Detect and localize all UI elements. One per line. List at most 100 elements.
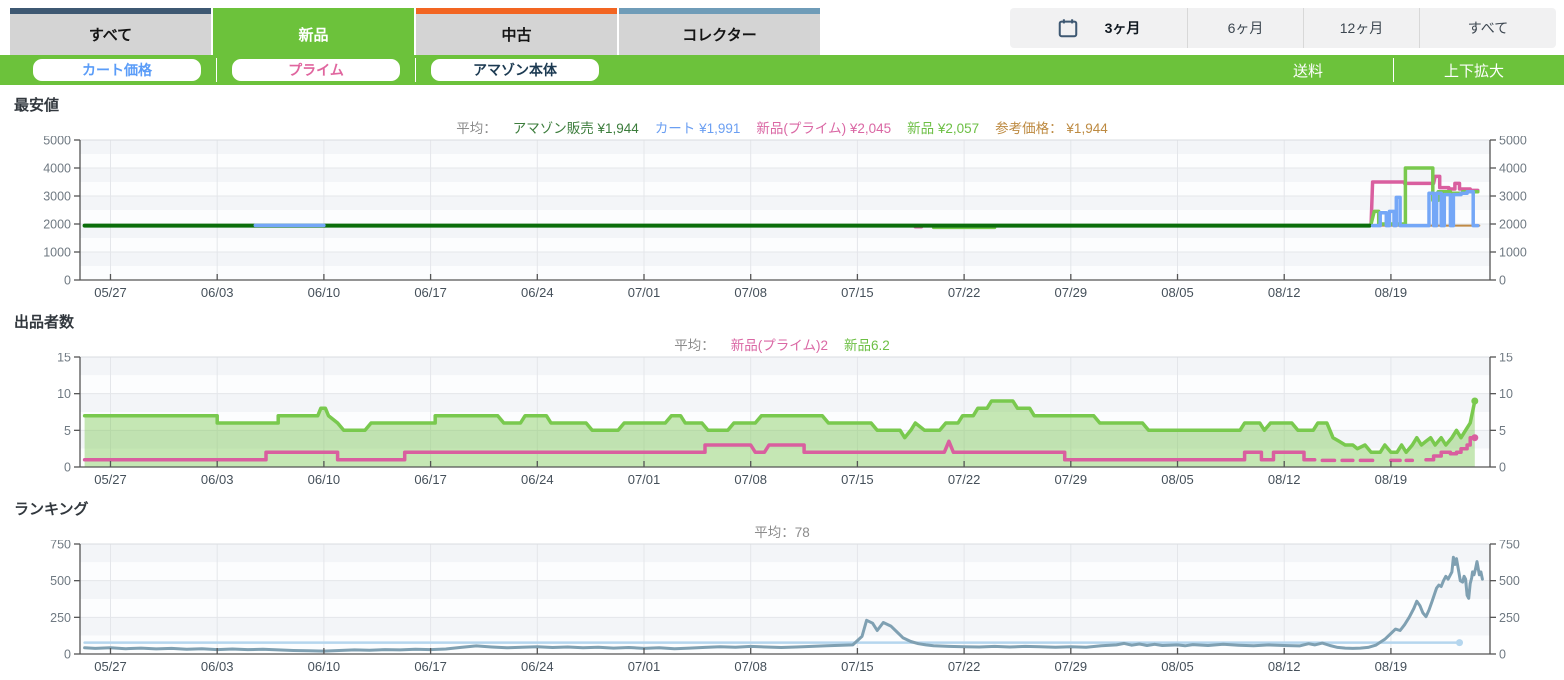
legend-item: 新品(プライム)2 [730, 338, 828, 353]
svg-text:05/27: 05/27 [94, 285, 127, 300]
period-12months-button[interactable]: 12ヶ月 [1304, 8, 1420, 48]
svg-text:5: 5 [64, 424, 71, 438]
cart-price-toggle-button[interactable]: カート価格 [33, 59, 201, 81]
period-selector: 3ヶ月 6ヶ月 12ヶ月 すべて [1010, 8, 1556, 48]
svg-text:06/24: 06/24 [521, 285, 554, 300]
legend-item: 参考価格： ¥1,944 [995, 121, 1108, 136]
svg-text:0: 0 [64, 648, 71, 662]
seller-count-chart[interactable]: 0 0 5 5 10 10 15 15 05/27 06/03 06/10 06/17 06/24 07/… [0, 353, 1564, 489]
svg-text:5000: 5000 [1499, 136, 1527, 148]
period-6months-button[interactable]: 6ヶ月 [1188, 8, 1304, 48]
svg-text:07/22: 07/22 [948, 472, 981, 487]
svg-text:08/05: 08/05 [1161, 472, 1194, 487]
toolbar-separator [216, 58, 217, 82]
tab-collectible-label: コレクター [682, 27, 757, 44]
period-6months-label: 6ヶ月 [1227, 20, 1264, 36]
header-tabs-row: すべて 新品 中古 コレクター 3ヶ月 6ヶ月 12ヶ月 すべて [0, 8, 1564, 55]
legend-item: 平均： [456, 121, 497, 136]
svg-text:750: 750 [1499, 540, 1520, 552]
svg-text:08/19: 08/19 [1375, 472, 1408, 487]
svg-text:3000: 3000 [43, 190, 71, 204]
svg-text:0: 0 [64, 274, 71, 288]
svg-text:10: 10 [57, 387, 71, 401]
tab-new[interactable]: 新品 [213, 8, 414, 55]
period-12months-label: 12ヶ月 [1339, 20, 1384, 36]
svg-text:10: 10 [1499, 387, 1513, 401]
prime-toggle-button[interactable]: プライム [232, 59, 400, 81]
svg-text:07/22: 07/22 [948, 285, 981, 300]
tab-used-accent-strip [416, 8, 617, 14]
tab-new-accent-strip [213, 8, 414, 14]
svg-text:07/08: 07/08 [734, 285, 767, 300]
svg-text:06/17: 06/17 [414, 472, 447, 487]
tab-all-accent-strip [10, 8, 211, 14]
svg-text:3000: 3000 [1499, 190, 1527, 204]
svg-text:07/29: 07/29 [1055, 285, 1088, 300]
svg-text:0: 0 [1499, 461, 1506, 475]
shipping-toggle-button[interactable]: 送料 [1228, 60, 1388, 81]
ranking-legend: 平均：78 [0, 521, 1564, 540]
svg-text:05/27: 05/27 [94, 472, 127, 487]
tab-used[interactable]: 中古 [416, 8, 617, 55]
legend-item: カート ¥1,991 [654, 121, 741, 136]
amazon-toggle-button[interactable]: アマゾン本体 [431, 59, 599, 81]
svg-text:07/15: 07/15 [841, 285, 874, 300]
toolbar-separator [1393, 58, 1394, 82]
expand-vertical-button[interactable]: 上下拡大 [1399, 60, 1549, 81]
ranking-chart[interactable]: 0 0250 250500 500750 75005/27 06/03 06/10 06/17… [0, 540, 1564, 676]
svg-text:06/17: 06/17 [414, 285, 447, 300]
tab-collectible-accent-strip [619, 8, 820, 14]
tab-all-label: すべて [88, 27, 133, 44]
tab-all[interactable]: すべて [10, 8, 211, 55]
legend-item: 新品 ¥2,057 [907, 121, 980, 136]
svg-text:2000: 2000 [43, 218, 71, 232]
legend-item: 平均：78 [754, 525, 810, 540]
tab-collectible[interactable]: コレクター [619, 8, 820, 55]
svg-text:06/03: 06/03 [201, 472, 234, 487]
period-3months-label: 3ヶ月 [1104, 20, 1141, 36]
svg-text:500: 500 [50, 574, 71, 588]
chart-toolbar: カート価格 プライム アマゾン本体 送料 上下拡大 [0, 55, 1564, 85]
tab-used-label: 中古 [501, 27, 532, 44]
svg-text:250: 250 [50, 611, 71, 625]
ranking-section: ランキング 平均：78 0 0 250 250 500 500 750 750 05/27 06/… [0, 498, 1564, 676]
lowest-price-section: 最安値 平均： アマゾン販売 ¥1,944 カート ¥1,991 新品(プライム) ¥… [0, 94, 1564, 302]
svg-text:07/15: 07/15 [841, 472, 874, 487]
seller-count-legend: 平均： 新品(プライム)2 新品6.2 [0, 334, 1564, 353]
seller-count-section: 出品者数 平均： 新品(プライム)2 新品6.2 0 0 5 5 10 10 15 15 05/27… [0, 311, 1564, 489]
lowest-price-title: 最安値 [14, 97, 60, 114]
svg-text:5: 5 [1499, 424, 1506, 438]
period-all-button[interactable]: すべて [1420, 8, 1556, 48]
svg-text:07/01: 07/01 [628, 285, 661, 300]
svg-text:07/08: 07/08 [734, 472, 767, 487]
toolbar-right-group: 送料 上下拡大 [1228, 55, 1564, 85]
svg-text:1000: 1000 [1499, 246, 1527, 260]
svg-text:06/03: 06/03 [201, 285, 234, 300]
svg-text:07/29: 07/29 [1055, 472, 1088, 487]
lowest-price-chart[interactable]: 0 0 1000 1000 2000 2000 3000 3000 4000 4000 5000 50… [0, 136, 1564, 302]
svg-text:08/12: 08/12 [1268, 472, 1301, 487]
svg-text:08/05: 08/05 [1161, 285, 1194, 300]
period-3months-button[interactable]: 3ヶ月 [1010, 8, 1188, 48]
svg-text:15: 15 [57, 353, 71, 365]
svg-text:06/24: 06/24 [521, 472, 554, 487]
legend-item: アマゾン販売 ¥1,944 [512, 121, 639, 136]
ranking-title: ランキング [14, 501, 89, 518]
condition-tabs: すべて 新品 中古 コレクター [10, 8, 822, 55]
svg-text:15: 15 [1499, 353, 1513, 365]
calendar-icon [1058, 19, 1077, 38]
svg-text:5000: 5000 [43, 136, 71, 148]
legend-item: 新品(プライム) ¥2,045 [756, 121, 892, 136]
tab-new-label: 新品 [298, 27, 329, 44]
svg-text:500: 500 [1499, 574, 1520, 588]
svg-text:2000: 2000 [1499, 218, 1527, 232]
svg-text:1000: 1000 [43, 246, 71, 260]
svg-text:06/10: 06/10 [308, 472, 341, 487]
svg-text:07/01: 07/01 [628, 472, 661, 487]
svg-text:08/12: 08/12 [1268, 285, 1301, 300]
svg-text:250: 250 [1499, 611, 1520, 625]
legend-item: 新品6.2 [843, 338, 890, 353]
svg-text:0: 0 [64, 461, 71, 475]
lowest-price-legend: 平均： アマゾン販売 ¥1,944 カート ¥1,991 新品(プライム) ¥2,04… [0, 117, 1564, 136]
toolbar-separator [415, 58, 416, 82]
